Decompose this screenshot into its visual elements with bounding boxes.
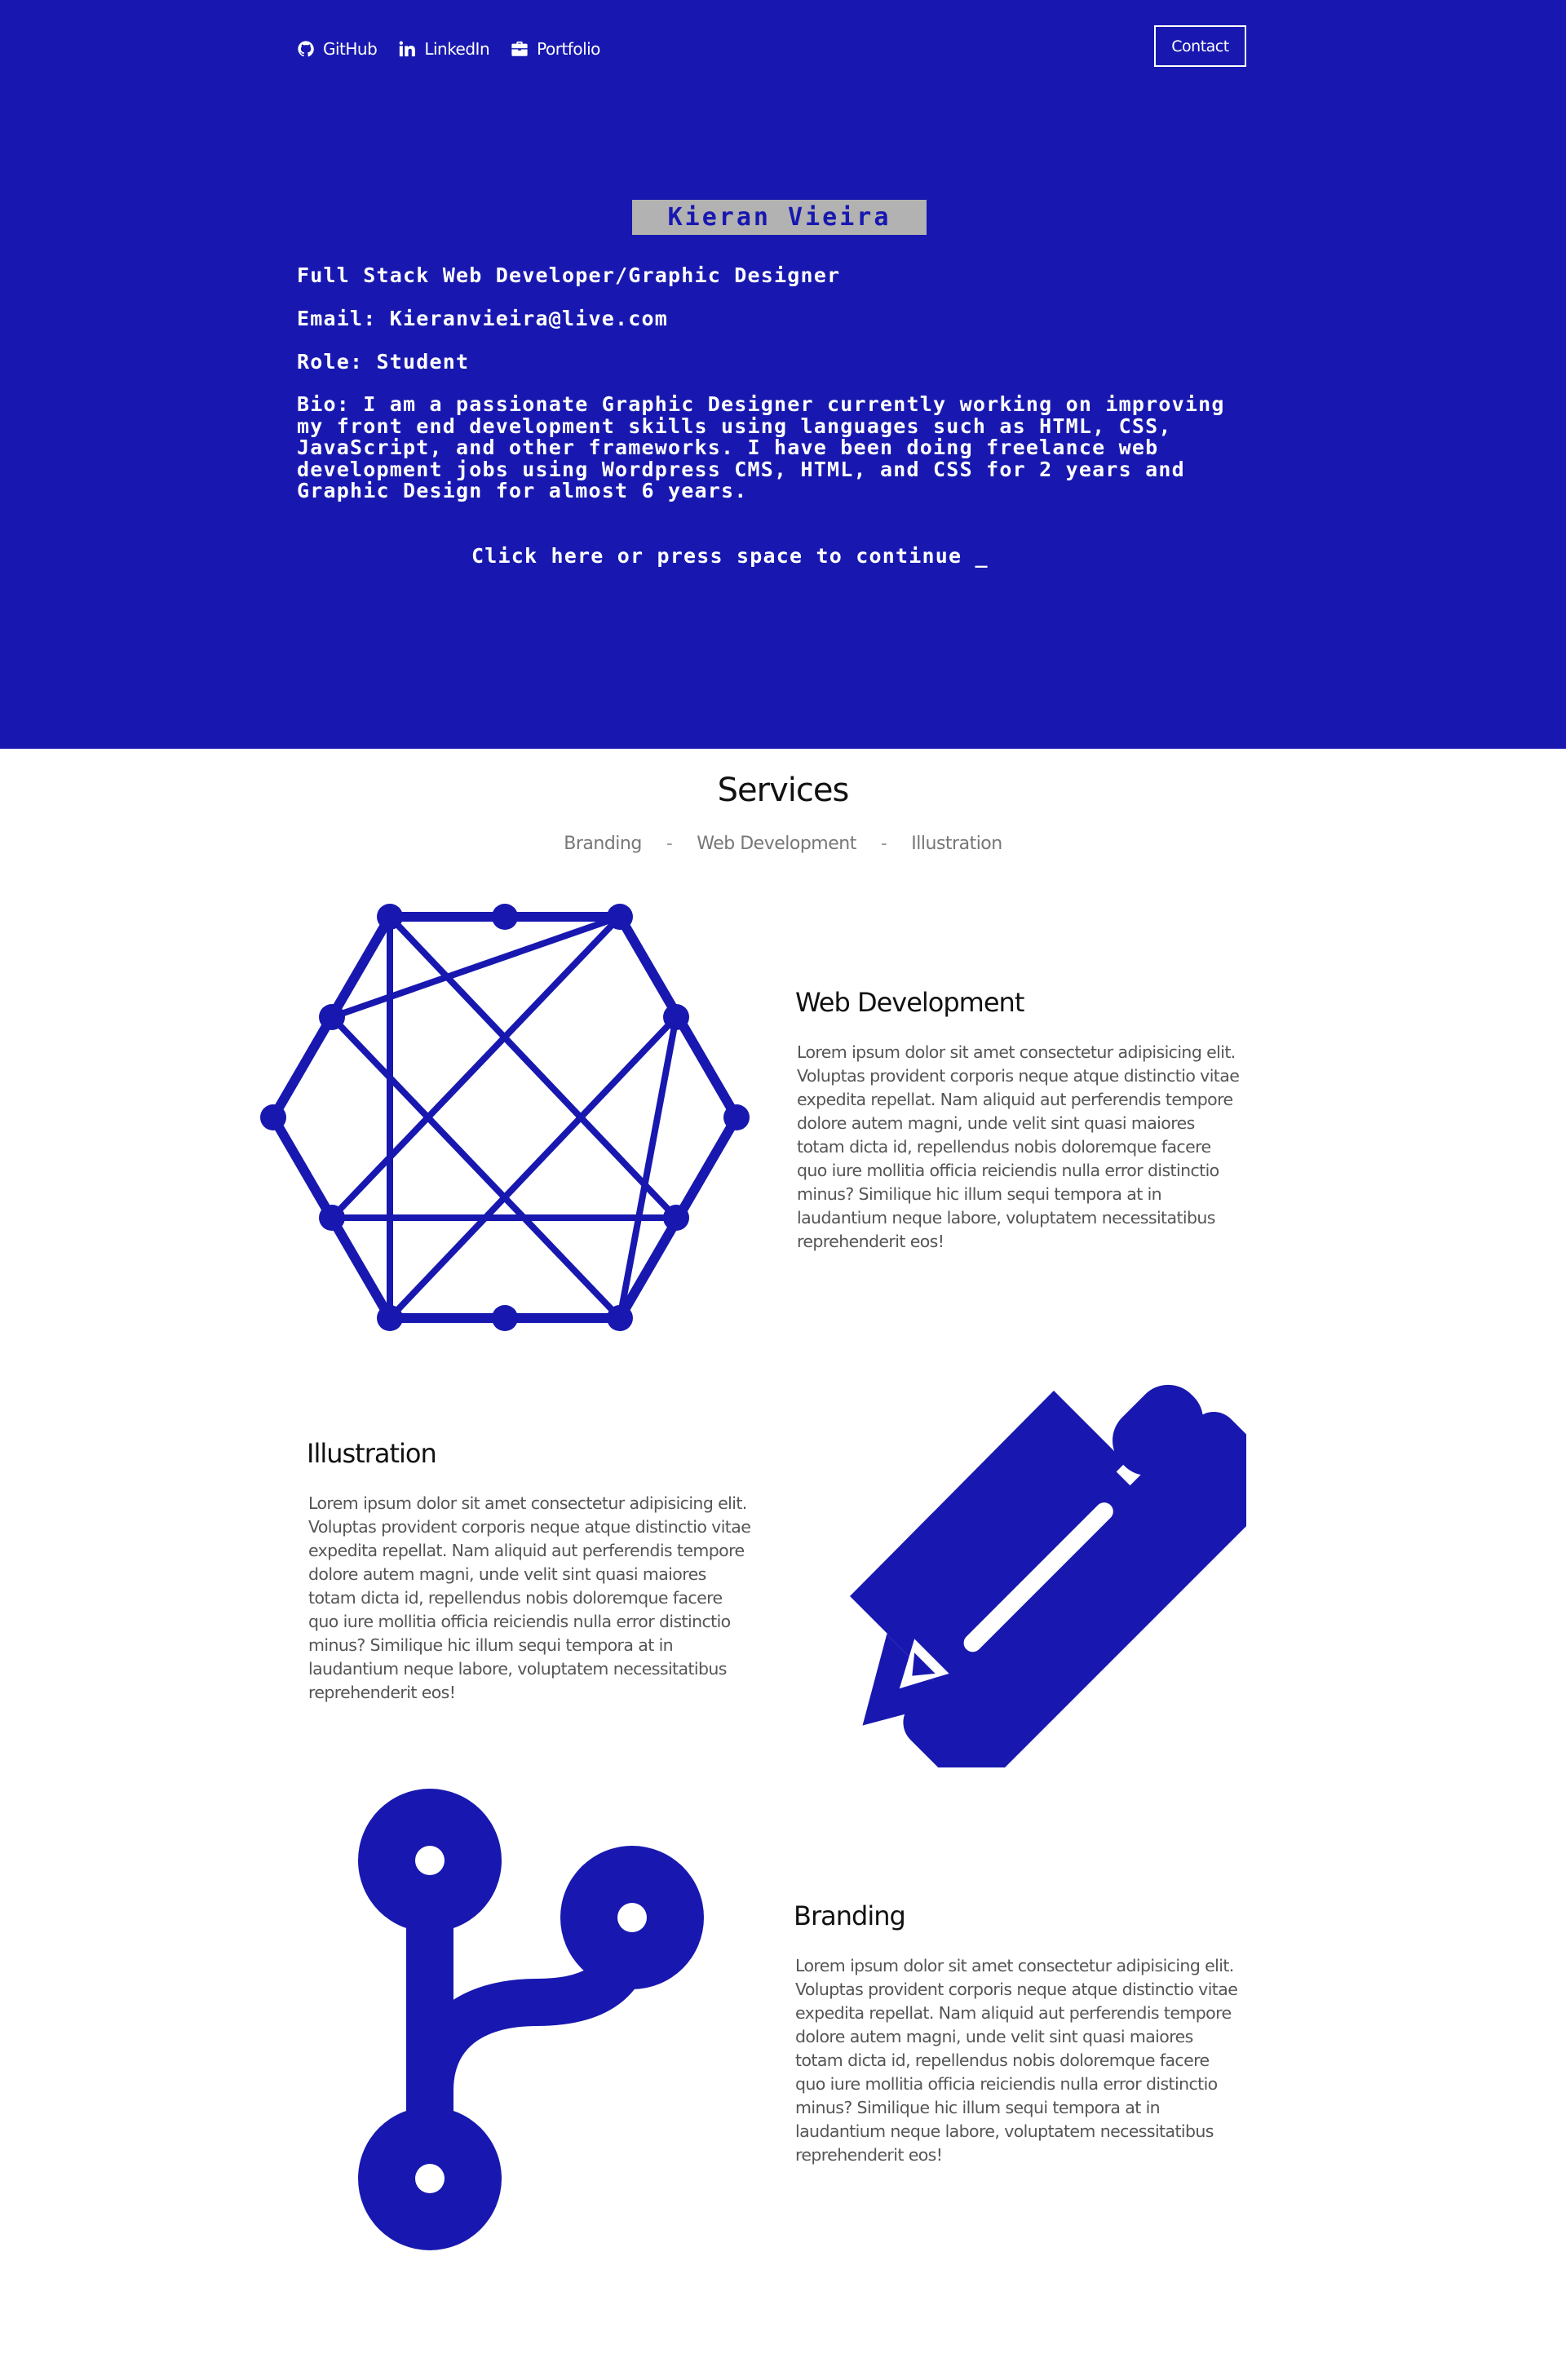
- nav-portfolio-link[interactable]: Portfolio: [511, 39, 600, 59]
- web-development-text: Lorem ipsum dolor sit amet consectetur a…: [797, 1042, 1240, 1251]
- hero-bio: Bio: I am a passionate Graphic Designer …: [297, 392, 1225, 502]
- illustration-text: Lorem ipsum dolor sit amet consectetur a…: [308, 1493, 751, 1702]
- hero-section: GitHub LinkedIn Portfolio Contact Kieran…: [0, 0, 1566, 749]
- nav-github-link[interactable]: GitHub: [297, 39, 378, 59]
- branding-text: Lorem ipsum dolor sit amet consectetur a…: [795, 1956, 1238, 2165]
- tab-separator: -: [880, 834, 887, 854]
- continue-prompt[interactable]: Click here or press space to continue _: [471, 544, 989, 568]
- illustration-title: Illustration: [307, 1438, 437, 1469]
- tab-illustration[interactable]: Illustration: [911, 834, 1002, 854]
- contact-button[interactable]: Contact: [1154, 25, 1246, 67]
- hero-role: Role: Student: [297, 350, 470, 374]
- nav-linkedin-link[interactable]: LinkedIn: [398, 39, 490, 59]
- network-hexagon-icon: [259, 901, 750, 1334]
- tab-separator: -: [666, 834, 673, 854]
- pencil-icon: [816, 1342, 1246, 1767]
- github-icon: [297, 40, 315, 58]
- branding-title: Branding: [794, 1900, 906, 1931]
- hero-title: Full Stack Web Developer/Graphic Designe…: [297, 263, 841, 287]
- nav-github-label: GitHub: [323, 39, 378, 59]
- code-branch-icon: [357, 1789, 705, 2250]
- hero-name: Kieran Vieira: [632, 200, 927, 235]
- services-tabs: Branding - Web Development - Illustratio…: [0, 834, 1566, 854]
- web-development-title: Web Development: [795, 987, 1024, 1018]
- briefcase-icon: [511, 40, 529, 58]
- top-nav: GitHub LinkedIn Portfolio: [297, 33, 622, 65]
- tab-branding[interactable]: Branding: [564, 834, 642, 854]
- nav-portfolio-label: Portfolio: [537, 39, 600, 59]
- tab-web-development[interactable]: Web Development: [697, 834, 856, 854]
- services-title: Services: [717, 772, 850, 809]
- hero-email: Email: Kieranvieira@live.com: [297, 307, 669, 330]
- linkedin-icon: [398, 40, 416, 58]
- nav-linkedin-label: LinkedIn: [424, 39, 490, 59]
